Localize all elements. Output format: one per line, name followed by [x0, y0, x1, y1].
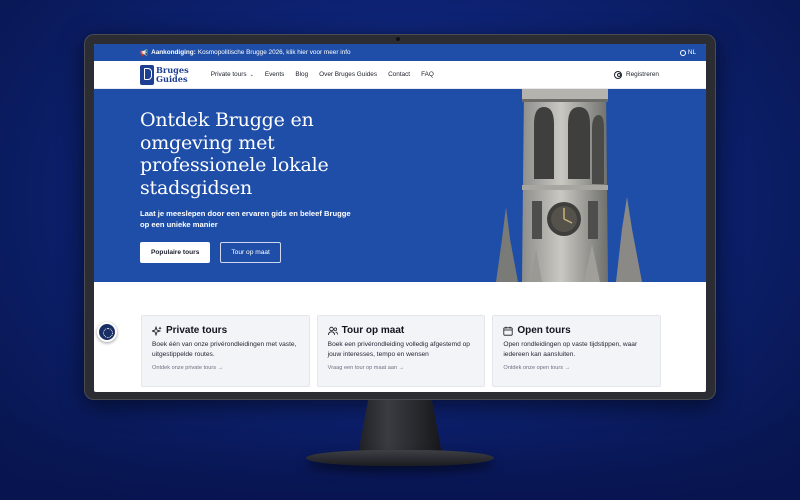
- card-title: Open tours: [517, 325, 571, 336]
- sparkles-icon: [152, 325, 162, 336]
- logo-text: Bruges Guides: [156, 65, 189, 84]
- screen: 📢 Aankondiging: Kosmopolitische Brugge 2…: [94, 44, 706, 392]
- site-logo[interactable]: Bruges Guides: [140, 64, 189, 85]
- card-link[interactable]: Ontdek onze private tours →: [152, 365, 300, 371]
- card-title: Tour op maat: [341, 325, 405, 336]
- accessibility-button[interactable]: [97, 322, 117, 342]
- chevron-down-icon: ⌄: [249, 72, 254, 78]
- custom-tour-button[interactable]: Tour op maat: [220, 242, 281, 263]
- hero-content: Ontdek Brugge en omgeving met profession…: [140, 109, 360, 263]
- register-button[interactable]: Registreren: [613, 70, 659, 79]
- nav-item-private-tours[interactable]: Private tours ⌄: [211, 71, 254, 78]
- nav-item-over-bruges-guides[interactable]: Over Bruges Guides: [319, 71, 377, 78]
- nav-item-contact[interactable]: Contact: [388, 71, 410, 78]
- language-switch[interactable]: NL: [679, 49, 696, 56]
- announcement-bar[interactable]: 📢 Aankondiging: Kosmopolitische Brugge 2…: [94, 44, 706, 61]
- card-link[interactable]: Vraag een tour op maat aan →: [328, 365, 476, 371]
- card-description: Boek een privérondleiding volledig afges…: [327, 341, 470, 358]
- card-description: Open rondleidingen op vaste tijdstippen,…: [503, 341, 638, 358]
- monitor-stand-neck: [358, 400, 442, 454]
- language-label: NL: [687, 49, 696, 56]
- announcement-text[interactable]: Kosmopolitische Brugge 2026, klik hier v…: [198, 49, 351, 56]
- announcement-label: Aankondiging:: [151, 49, 196, 56]
- hero-title: Ontdek Brugge en omgeving met profession…: [140, 109, 329, 199]
- nav-item-events[interactable]: Events: [265, 71, 285, 78]
- card-link[interactable]: Ontdek onze open tours →: [503, 365, 651, 371]
- user-circle-icon: [613, 70, 622, 79]
- card-private-tours[interactable]: Private tours Boek één van onze privéron…: [141, 315, 310, 387]
- webcam: [396, 37, 400, 41]
- globe-icon: [679, 49, 686, 56]
- nav-item-blog[interactable]: Blog: [295, 71, 308, 78]
- monitor-stand-base: [306, 450, 494, 466]
- nav-item-faq[interactable]: FAQ: [421, 71, 434, 78]
- nav-menu: Private tours ⌄ Events Blog Over Bruges G…: [211, 71, 434, 78]
- card-title: Private tours: [166, 325, 228, 336]
- hero-buttons: Populaire tours Tour op maat: [140, 242, 360, 263]
- main-nav: Bruges Guides Private tours ⌄ Events Blog…: [94, 61, 706, 89]
- hero-section: Ontdek Brugge en omgeving met profession…: [94, 89, 706, 282]
- popular-tours-button[interactable]: Populaire tours: [140, 242, 211, 263]
- users-icon: [327, 326, 338, 335]
- register-label: Registreren: [625, 71, 659, 78]
- monitor: 📢 Aankondiging: Kosmopolitische Brugge 2…: [84, 34, 716, 400]
- megaphone-icon: 📢: [140, 49, 149, 57]
- card-tour-op-maat[interactable]: Tour op maat Boek een privérondleiding v…: [316, 315, 486, 387]
- hero-subtitle: Laat je meeslepen door een ervaren gids …: [140, 209, 351, 229]
- calendar-icon: [503, 326, 513, 336]
- logo-mark-icon: [140, 64, 154, 85]
- card-description: Boek één van onze privérondleidingen met…: [152, 341, 297, 358]
- card-open-tours[interactable]: Open tours Open rondleidingen op vaste t…: [492, 315, 662, 387]
- belfry-tower-image: [496, 89, 642, 282]
- tour-cards: Private tours Boek één van onze privéron…: [94, 282, 706, 387]
